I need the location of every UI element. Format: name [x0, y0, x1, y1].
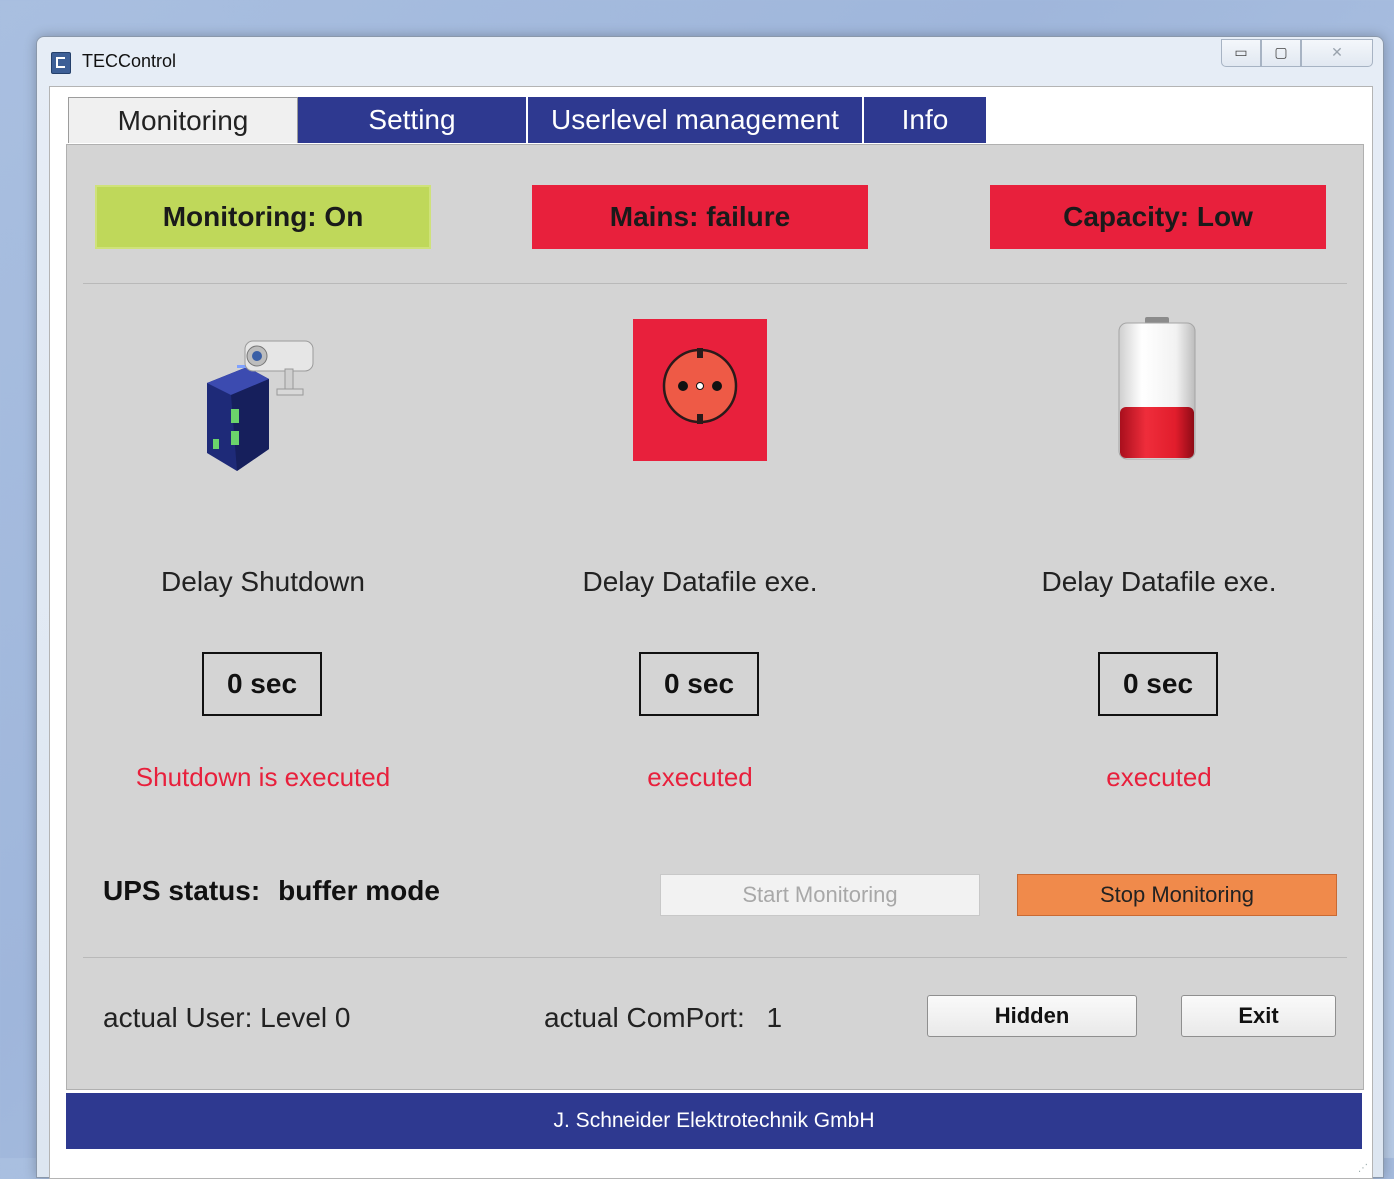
shutdown-result-text: Shutdown is executed	[135, 762, 391, 792]
mains-delay-value: 0 sec	[639, 652, 759, 716]
restore-icon: ▢	[1274, 45, 1288, 61]
tab-setting[interactable]: Setting	[298, 97, 528, 143]
delay-datafile-label-capacity: Delay Datafile exe.	[1041, 566, 1277, 597]
hidden-button[interactable]: Hidden	[927, 995, 1137, 1037]
app-window: TECControl ▭ ▢ ✕ Monitoring Setting User…	[36, 36, 1384, 1179]
capacity-delay-value: 0 sec	[1098, 652, 1218, 716]
start-monitoring-button[interactable]: Start Monitoring	[660, 874, 980, 916]
client-area: Monitoring Setting Userlevel management …	[49, 86, 1373, 1179]
actual-comport: actual ComPort: 1	[544, 1002, 782, 1034]
comport-label: actual ComPort:	[544, 1002, 745, 1033]
comport-value: 1	[766, 1002, 783, 1033]
tab-monitoring[interactable]: Monitoring	[68, 97, 298, 143]
minimize-button[interactable]: ▭	[1221, 39, 1261, 67]
restore-button[interactable]: ▢	[1261, 39, 1301, 67]
bottom-divider	[83, 957, 1347, 958]
ups-device-camera-icon	[197, 331, 322, 476]
shutdown-delay-value: 0 sec	[202, 652, 322, 716]
tab-userlevel-management[interactable]: Userlevel management	[528, 97, 864, 143]
tab-info[interactable]: Info	[864, 97, 986, 143]
window-controls: ▭ ▢ ✕	[1221, 39, 1373, 67]
close-button[interactable]: ✕	[1301, 39, 1373, 67]
ups-status-value: buffer mode	[278, 875, 440, 906]
delay-datafile-label-mains: Delay Datafile exe.	[582, 566, 818, 597]
exit-button[interactable]: Exit	[1181, 995, 1336, 1037]
capacity-status-badge: Capacity: Low	[990, 185, 1326, 249]
minimize-icon: ▭	[1234, 45, 1248, 61]
ups-status-label: UPS status:	[103, 875, 261, 906]
mains-result-text: executed	[647, 762, 753, 792]
ups-status: UPS status: buffer mode	[103, 875, 440, 907]
power-socket-icon	[633, 319, 767, 461]
stop-monitoring-button[interactable]: Stop Monitoring	[1017, 874, 1337, 916]
window-title: TECControl	[82, 51, 177, 71]
company-footer: J. Schneider Elektrotechnik GmbH	[66, 1093, 1362, 1149]
tab-bar: Monitoring Setting Userlevel management …	[68, 97, 986, 145]
top-divider	[83, 283, 1347, 284]
mains-status-badge: Mains: failure	[532, 185, 868, 249]
title-bar[interactable]: TECControl ▭ ▢ ✕	[37, 37, 1383, 85]
delay-shutdown-label: Delay Shutdown	[161, 566, 365, 597]
capacity-result-text: executed	[1106, 762, 1212, 792]
battery-low-icon	[1117, 317, 1197, 465]
monitoring-panel: Monitoring: On Mains: failure Capacity: …	[66, 144, 1364, 1090]
monitoring-status-badge: Monitoring: On	[95, 185, 431, 249]
app-logo-icon	[51, 52, 71, 74]
resize-grip-icon[interactable]: ⋰	[1358, 1163, 1368, 1174]
actual-user-text: actual User: Level 0	[103, 1002, 351, 1033]
close-icon: ✕	[1331, 45, 1343, 61]
